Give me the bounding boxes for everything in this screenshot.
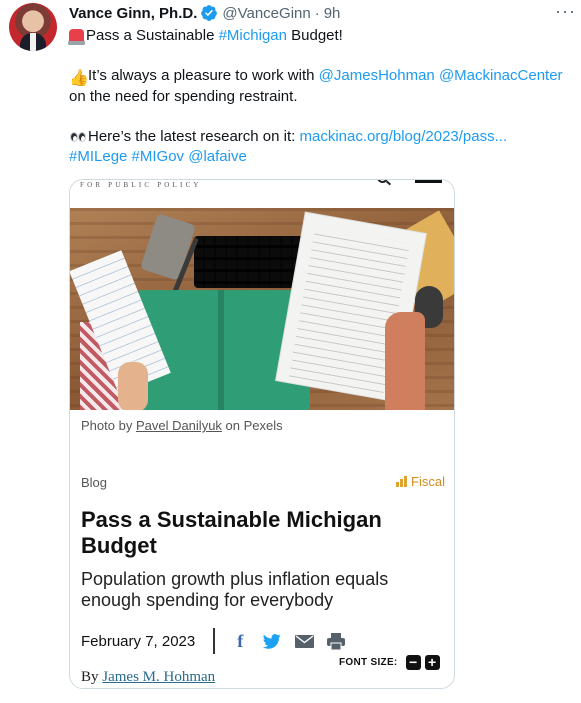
topic-label: Fiscal: [411, 474, 445, 489]
font-size-control: FONT SIZE: − +: [339, 655, 440, 670]
caption-text: Photo by: [81, 418, 136, 433]
tweet-header: Vance Ginn, Ph.D. @VanceGinn · 9h: [69, 3, 340, 23]
handle[interactable]: @VanceGinn: [222, 5, 310, 22]
hashtag-link[interactable]: #Michigan: [219, 27, 287, 44]
separator-dot: ·: [314, 4, 320, 22]
eyes-icon: [69, 127, 86, 144]
tweet-text-span: It’s always a pleasure to work with: [88, 67, 319, 84]
topic-tag[interactable]: Fiscal: [396, 474, 445, 489]
photographer-link[interactable]: Pavel Danilyuk: [136, 418, 222, 433]
decrease-font-button[interactable]: −: [405, 655, 421, 670]
tweet-line-2: 👍It’s always a pleasure to work with @Ja…: [69, 66, 574, 87]
caption-text: on Pexels: [221, 418, 283, 433]
menu-icon: [415, 180, 442, 183]
masthead-text: FOR PUBLIC POLICY: [80, 181, 202, 189]
bar-chart-icon: [396, 476, 408, 487]
tweet-text-span: Here’s the latest research on it:: [88, 128, 300, 145]
thumbs-up-icon: 👍: [69, 70, 89, 87]
tweet-text-span: Budget!: [286, 27, 343, 44]
more-options-icon[interactable]: ···: [555, 1, 576, 22]
search-icon: [377, 180, 388, 183]
font-size-label: FONT SIZE:: [339, 657, 398, 668]
byline: By James M. Hohman: [81, 669, 215, 686]
avatar-shirt: [30, 33, 36, 51]
date-share-row: February 7, 2023 f: [81, 626, 445, 656]
email-icon[interactable]: [294, 632, 314, 650]
tweet-text-span: Pass a Sustainable: [86, 27, 219, 44]
share-icons: f: [230, 631, 346, 651]
tweet-line-3: on the need for spending restraint.: [69, 88, 298, 105]
tweet-line-1: Pass a Sustainable #Michigan Budget!: [68, 26, 574, 46]
increase-font-button[interactable]: +: [424, 655, 440, 670]
divider: [213, 628, 216, 654]
print-icon[interactable]: [326, 632, 346, 650]
article-subtitle: Population growth plus inflation equals …: [81, 569, 389, 610]
article-meta: Blog Fiscal: [81, 474, 445, 490]
article-photo: [70, 208, 454, 410]
mention-link[interactable]: @MackinacCenter: [439, 67, 563, 84]
author-link[interactable]: James M. Hohman: [102, 669, 215, 685]
siren-icon: [68, 29, 85, 45]
article-title[interactable]: Pass a Sustainable Michigan Budget: [81, 507, 445, 559]
facebook-icon[interactable]: f: [230, 631, 250, 651]
tweet-line-4: Here’s the latest research on it: mackin…: [69, 127, 574, 147]
photo-caption: Photo by Pavel Danilyuk on Pexels: [81, 418, 283, 433]
hashtags-link[interactable]: #MILege #MIGov @lafaive: [69, 147, 574, 167]
display-name[interactable]: Vance Ginn, Ph.D.: [69, 5, 197, 22]
byline-prefix: By: [81, 669, 103, 685]
tweet-text: Pass a Sustainable #Michigan Budget! 👍It…: [68, 26, 574, 167]
timestamp[interactable]: 9h: [324, 5, 341, 22]
avatar[interactable]: [9, 3, 57, 51]
twitter-icon[interactable]: [262, 632, 282, 650]
mention-link[interactable]: @JamesHohman: [319, 67, 435, 84]
category-label: Blog: [81, 475, 108, 490]
card-masthead: FOR PUBLIC POLICY: [70, 180, 454, 210]
verified-badge-icon: [201, 5, 218, 21]
article-date: February 7, 2023: [81, 632, 196, 650]
article-link[interactable]: mackinac.org/blog/2023/pass...: [300, 128, 508, 145]
link-preview-card[interactable]: FOR PUBLIC POLICY Photo by Pavel Danilyu…: [69, 179, 455, 689]
